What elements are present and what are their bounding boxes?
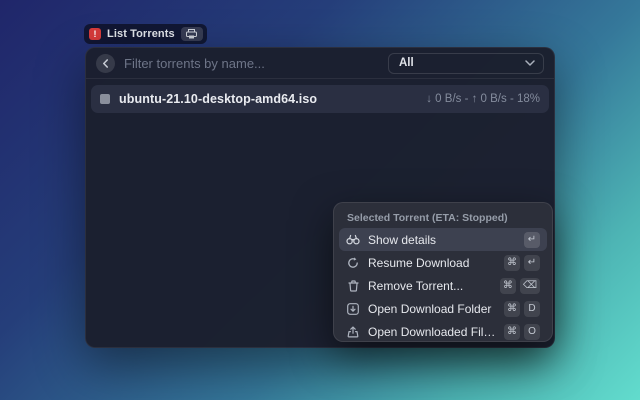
filter-dropdown-value: All bbox=[399, 57, 414, 69]
printer-icon bbox=[180, 27, 203, 41]
chevron-left-icon bbox=[103, 58, 108, 68]
action-label: Open Download Folder bbox=[368, 301, 492, 316]
shortcut-badges: ⌘ ↵ bbox=[504, 254, 540, 271]
shortcut-badges: ↵ bbox=[524, 231, 540, 248]
key-cmd: ⌘ bbox=[504, 300, 520, 317]
folder-icon bbox=[346, 302, 360, 315]
transmission-icon: ! bbox=[89, 28, 101, 40]
open-files-icon bbox=[346, 325, 360, 338]
command-tag-label: List Torrents bbox=[107, 28, 175, 40]
action-open-downloaded-files[interactable]: Open Downloaded Files... ⌘ O bbox=[339, 320, 547, 341]
key-return: ↵ bbox=[524, 231, 540, 248]
torrent-title: ubuntu-21.10-desktop-amd64.iso bbox=[119, 92, 318, 106]
filter-dropdown[interactable]: All bbox=[388, 52, 544, 74]
action-panel: Selected Torrent (ETA: Stopped) Show det… bbox=[333, 202, 553, 342]
action-label: Open Downloaded Files... bbox=[368, 324, 496, 339]
command-tag[interactable]: ! List Torrents bbox=[84, 24, 207, 44]
action-resume-download[interactable]: Resume Download ⌘ ↵ bbox=[339, 251, 547, 274]
back-button[interactable] bbox=[96, 53, 115, 73]
key-cmd: ⌘ bbox=[504, 254, 520, 271]
search-bar: All bbox=[86, 48, 554, 79]
action-open-download-folder[interactable]: Open Download Folder ⌘ D bbox=[339, 297, 547, 320]
key-cmd: ⌘ bbox=[504, 323, 520, 340]
action-label: Resume Download bbox=[368, 255, 470, 270]
action-remove-torrent[interactable]: Remove Torrent... ⌘ ⌫ bbox=[339, 274, 547, 297]
trash-icon bbox=[346, 279, 360, 292]
chevron-down-icon bbox=[525, 60, 535, 66]
action-label: Show details bbox=[368, 232, 437, 247]
key-delete: ⌫ bbox=[519, 277, 540, 294]
key-d: D bbox=[524, 300, 540, 317]
key-return: ↵ bbox=[524, 254, 540, 271]
shortcut-badges: ⌘ D bbox=[504, 300, 540, 317]
torrent-stats: ↓ 0 B/s - ↑ 0 B/s - 18% bbox=[426, 93, 540, 105]
resume-icon bbox=[346, 256, 360, 269]
key-cmd: ⌘ bbox=[499, 277, 516, 294]
stopped-square-icon bbox=[100, 94, 110, 104]
key-o: O bbox=[524, 323, 540, 340]
action-panel-title: Selected Torrent (ETA: Stopped) bbox=[347, 212, 508, 224]
shortcut-badges: ⌘ ⌫ bbox=[499, 277, 540, 294]
action-label: Remove Torrent... bbox=[368, 278, 464, 293]
shortcut-badges: ⌘ O bbox=[504, 323, 540, 340]
action-show-details[interactable]: Show details ↵ bbox=[339, 228, 547, 251]
desktop-background: ! List Torrents All bbox=[0, 0, 640, 400]
torrent-row[interactable]: ubuntu-21.10-desktop-amd64.iso ↓ 0 B/s -… bbox=[91, 85, 549, 113]
binoculars-icon bbox=[346, 234, 360, 245]
search-input[interactable] bbox=[124, 55, 379, 71]
